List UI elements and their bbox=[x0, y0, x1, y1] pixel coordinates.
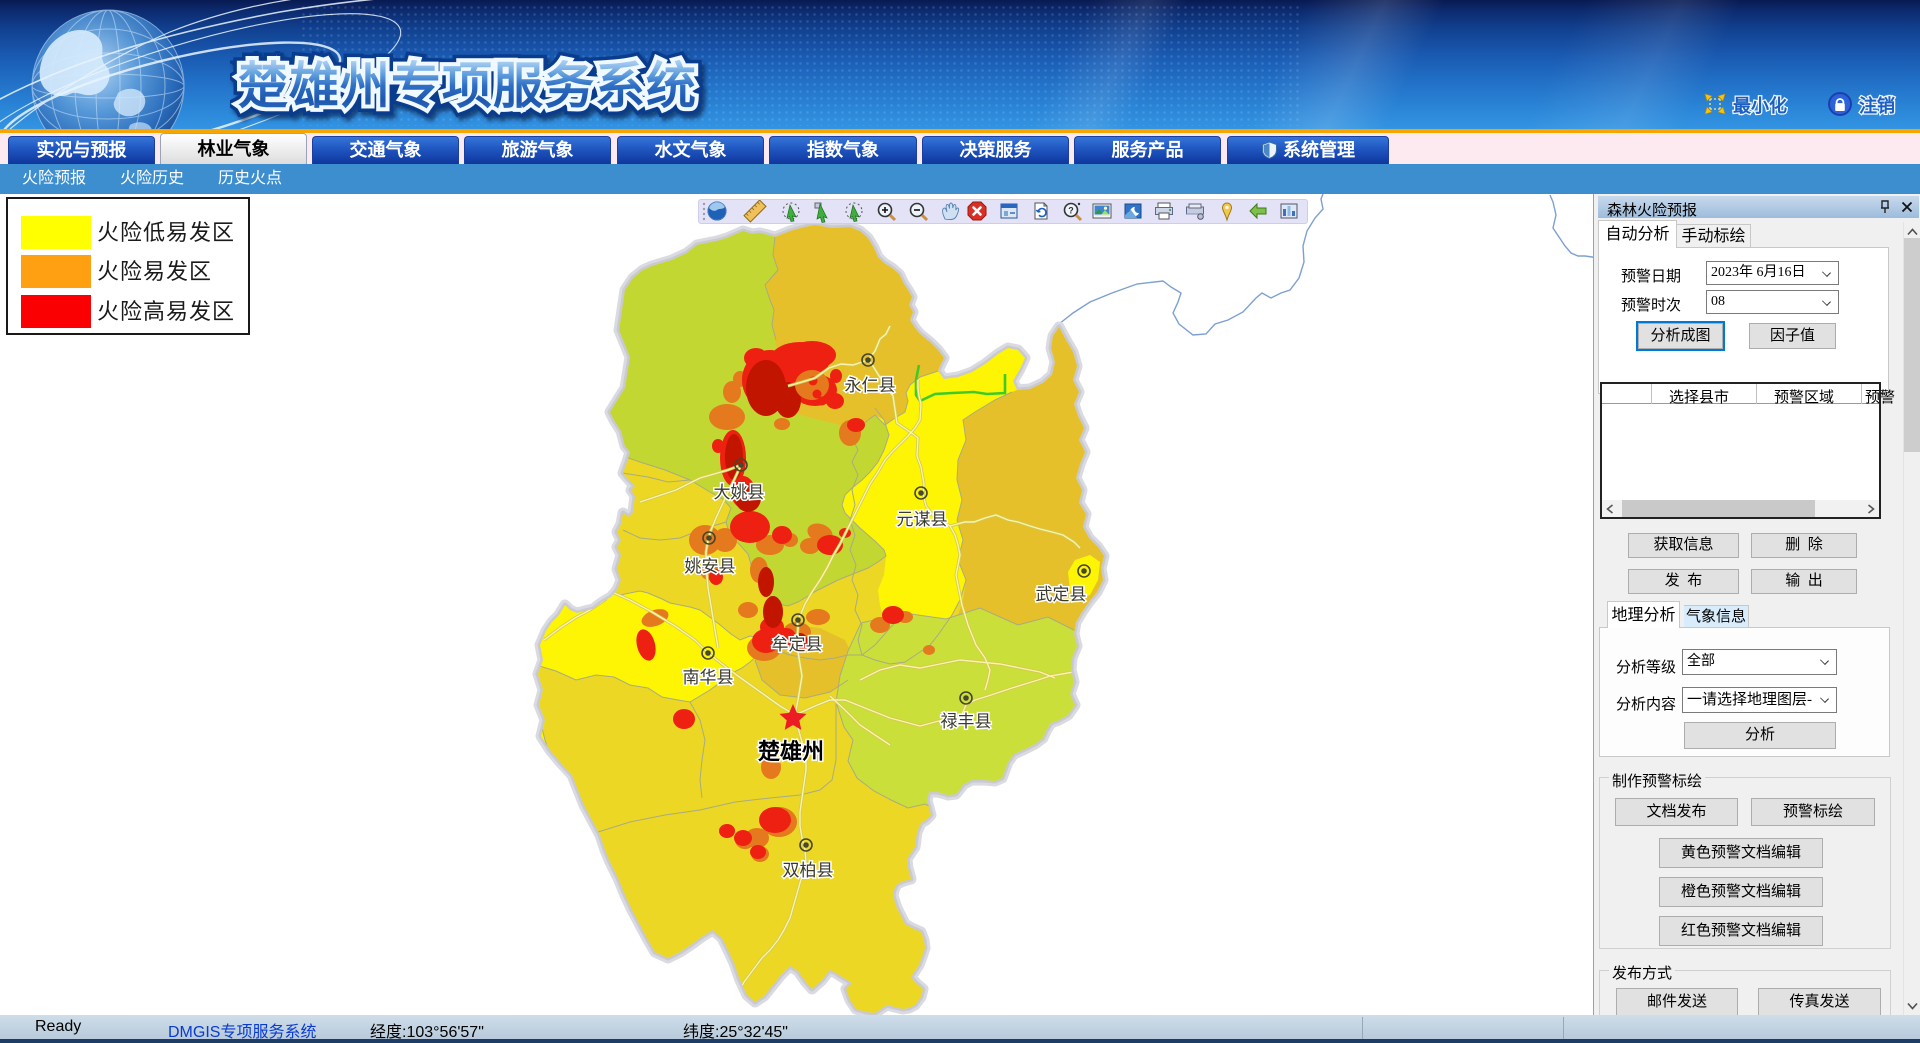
svg-text:姚安县: 姚安县 bbox=[685, 557, 736, 576]
svg-text:?: ? bbox=[1068, 206, 1074, 216]
svg-text:禄丰县: 禄丰县 bbox=[941, 712, 992, 731]
svg-text:牟定县: 牟定县 bbox=[772, 635, 823, 654]
svg-text:大姚县: 大姚县 bbox=[714, 483, 765, 502]
svg-text:楚雄州: 楚雄州 bbox=[758, 739, 824, 764]
svg-text:永仁县: 永仁县 bbox=[845, 376, 896, 395]
svg-text:元谋县: 元谋县 bbox=[897, 510, 948, 529]
svg-text:武定县: 武定县 bbox=[1036, 585, 1087, 604]
svg-text:双柏县: 双柏县 bbox=[783, 861, 834, 880]
svg-text:南华县: 南华县 bbox=[683, 668, 734, 687]
